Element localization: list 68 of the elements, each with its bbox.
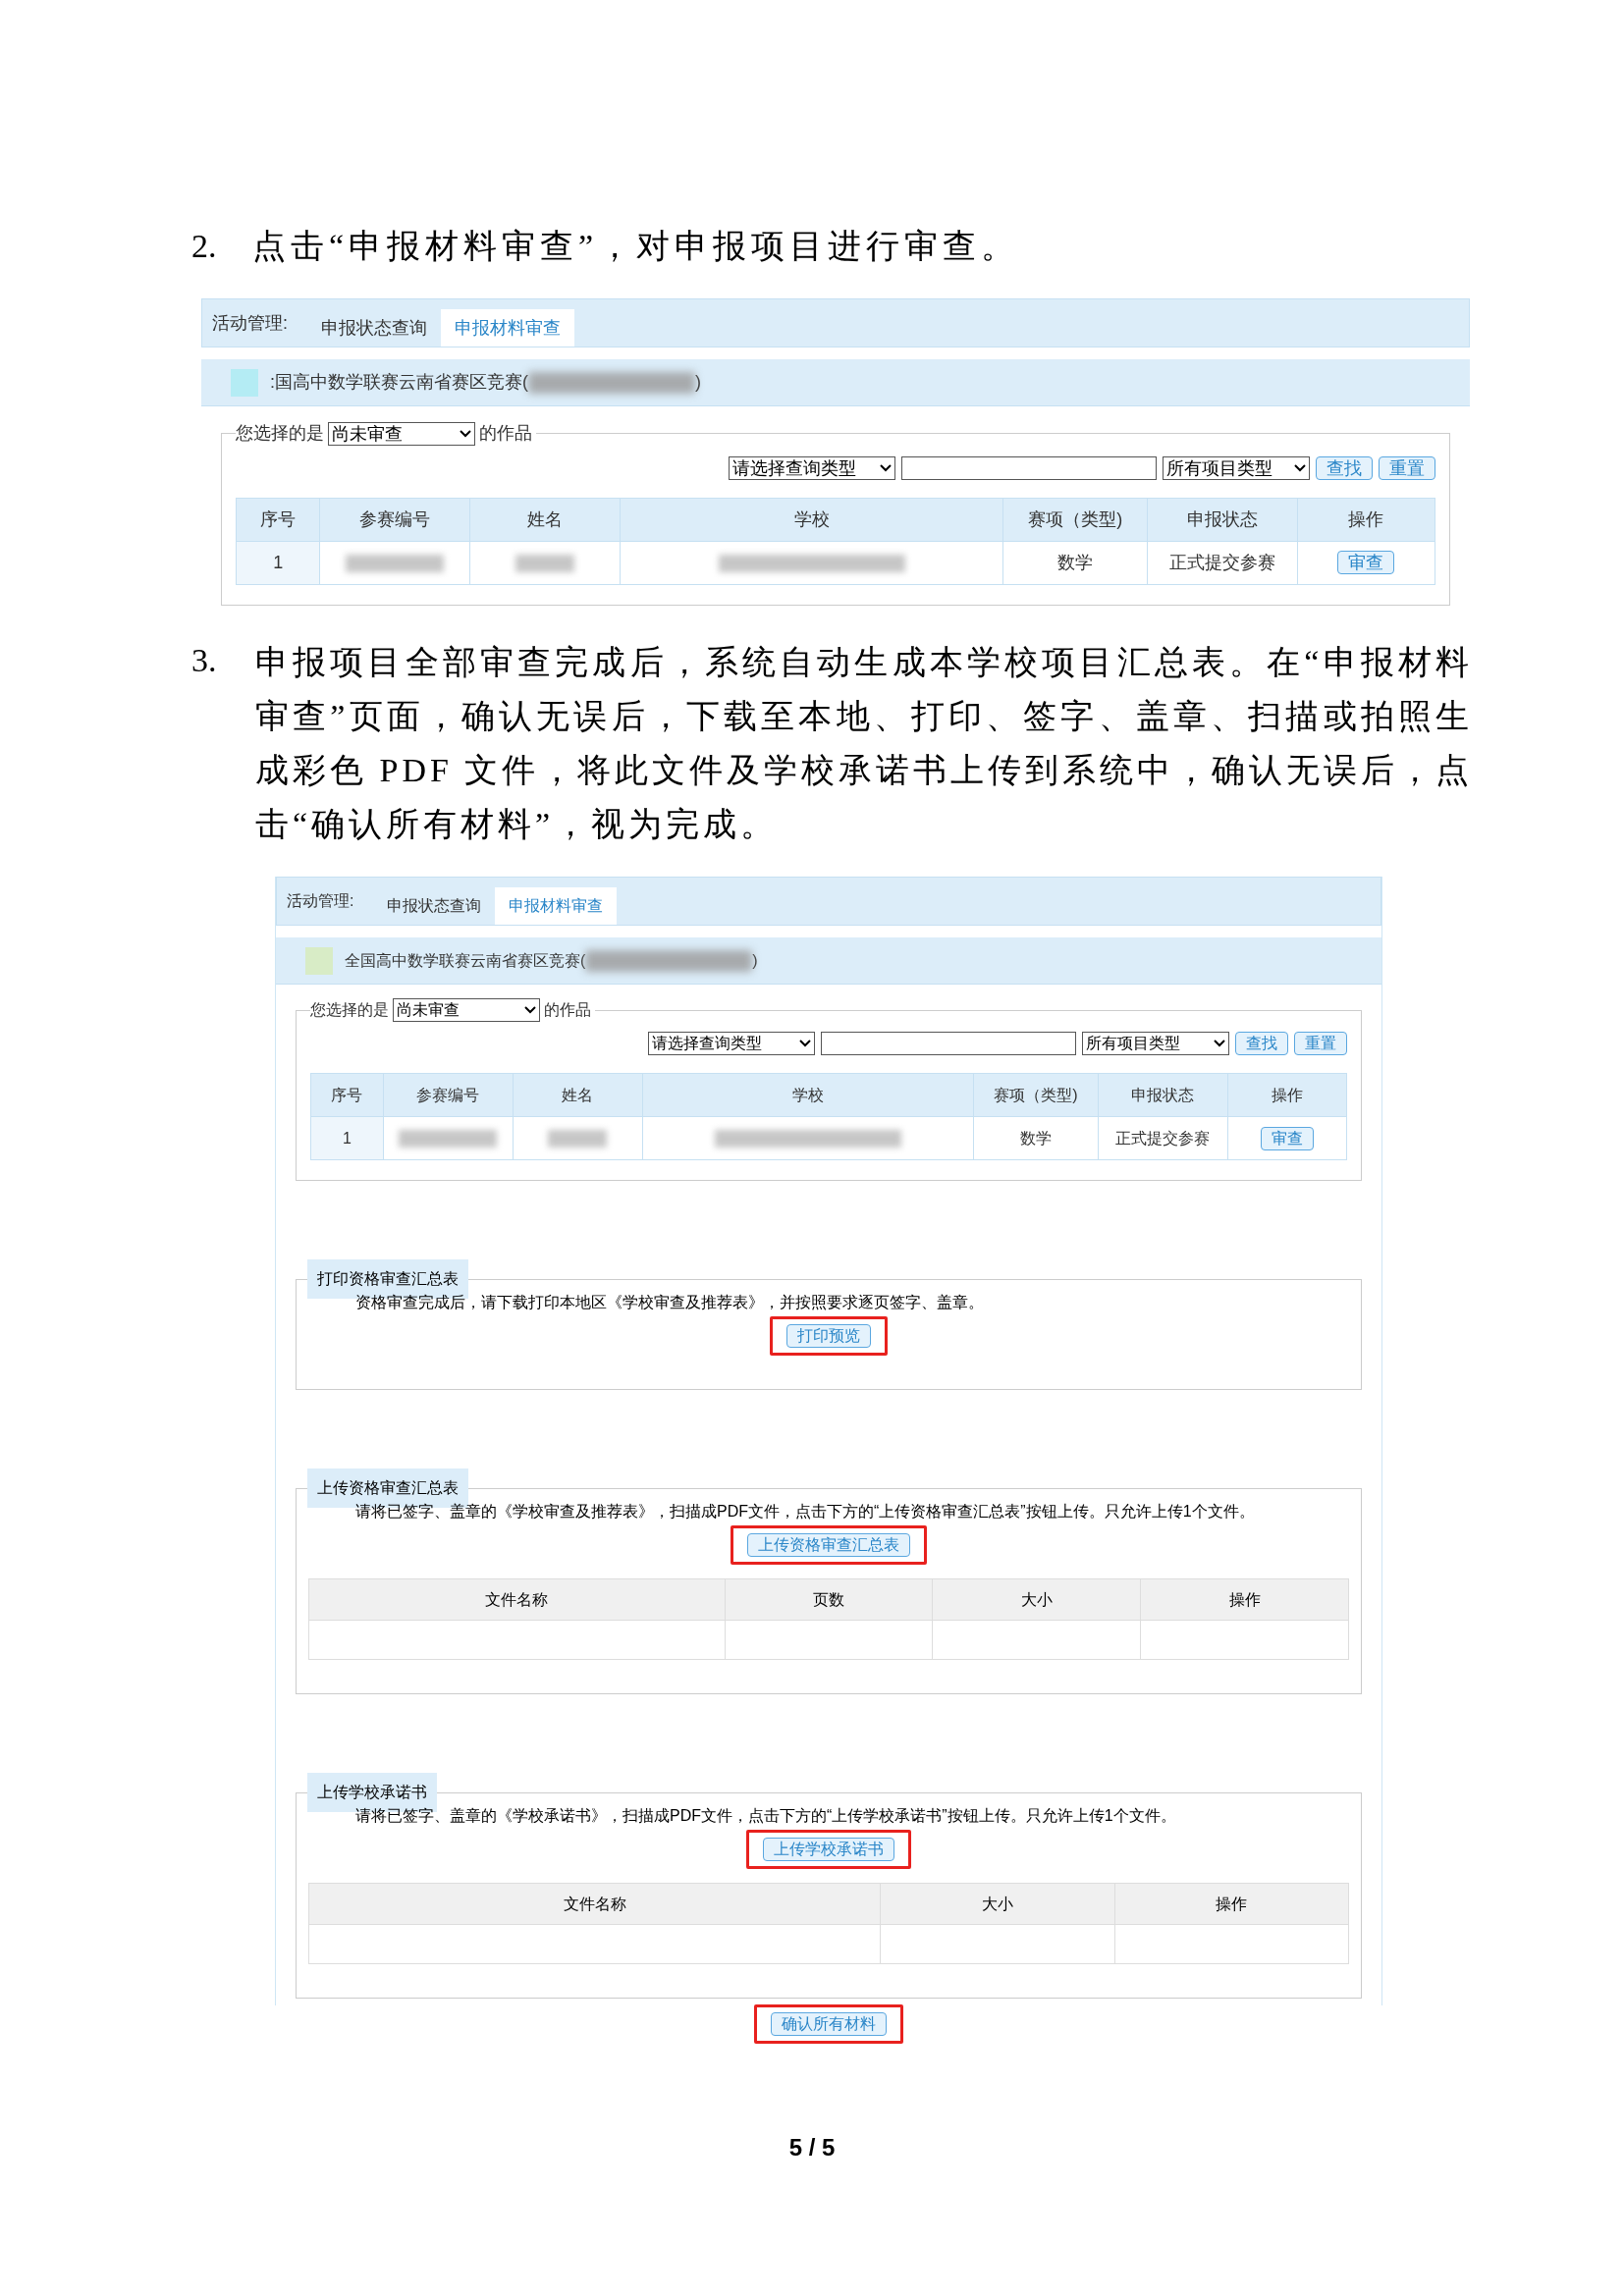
query-type-select[interactable]: 请选择查询类型 (648, 1032, 815, 1055)
column-header: 赛项（类型) (1002, 498, 1148, 542)
contest-title: :国高中数学联赛云南省赛区竞赛( (270, 371, 528, 394)
status-select[interactable]: 尚未审查 (328, 421, 475, 446)
table-cell: 数学 (973, 1116, 1099, 1160)
filter-suffix: 的作品 (479, 422, 533, 445)
column-header: 大小 (932, 1578, 1141, 1621)
column-header: 操作 (1297, 498, 1435, 542)
search-field[interactable] (821, 1032, 1076, 1055)
action-button[interactable]: 打印预览 (786, 1324, 871, 1348)
column-header: 操作 (1227, 1073, 1347, 1117)
nav-label: 活动管理: (287, 891, 354, 911)
column-header: 大小 (880, 1883, 1115, 1925)
column-header: 赛项（类型) (973, 1073, 1099, 1117)
nav-tab[interactable]: 申报材料审查 (441, 309, 574, 347)
column-header: 学校 (620, 498, 1003, 542)
filter-prefix: 您选择的是 (236, 422, 324, 445)
column-header: 操作 (1140, 1578, 1349, 1621)
contest-title-end: ) (752, 950, 758, 971)
nav-tab[interactable]: 申报材料审查 (495, 887, 618, 925)
column-header: 姓名 (469, 498, 621, 542)
step-number: 3. (191, 641, 218, 680)
filter-prefix: 您选择的是 (310, 1000, 389, 1020)
marker-square (231, 368, 258, 397)
action-button[interactable]: 上传资格审查汇总表 (747, 1533, 910, 1557)
table-cell: 正式提交参赛 (1147, 541, 1298, 585)
column-header: 文件名称 (308, 1883, 881, 1925)
nav-tab[interactable]: 申报状态查询 (373, 887, 496, 925)
step-text: 点击“申报材料审查”，对申报项目进行审查。 (252, 227, 1020, 266)
action-button[interactable]: 重置 (1294, 1032, 1347, 1055)
column-header: 姓名 (513, 1073, 643, 1117)
column-header: 参赛编号 (383, 1073, 514, 1117)
step-number: 2. (191, 227, 218, 266)
action-button[interactable]: 重置 (1379, 456, 1435, 480)
action-button[interactable]: 审查 (1337, 551, 1395, 574)
column-header: 页数 (725, 1578, 933, 1621)
column-header: 序号 (236, 498, 320, 542)
table-cell: 1 (310, 1116, 384, 1160)
nav-label: 活动管理: (212, 311, 288, 335)
table-cell: 数学 (1002, 541, 1148, 585)
column-header: 申报状态 (1098, 1073, 1228, 1117)
redacted-text (514, 554, 574, 572)
nav-tab[interactable]: 申报状态查询 (307, 309, 441, 347)
page-number: 5 / 5 (788, 2134, 836, 2161)
action-button[interactable]: 审查 (1260, 1126, 1314, 1150)
column-header: 操作 (1114, 1883, 1349, 1925)
contest-title-end: ) (695, 371, 701, 394)
action-button[interactable]: 查找 (1316, 456, 1373, 480)
project-type-select[interactable]: 所有项目类型 (1163, 456, 1310, 480)
redacted-text (548, 1129, 608, 1148)
marker-square (305, 946, 333, 975)
search-field[interactable] (901, 456, 1157, 480)
step-text: 申报项目全部审查完成后，系统自动生成本学校项目汇总表。在“申报材料审查”页面，确认无误后，下载至本地、打印、签字、盖章、扫描或拍照生成彩色 PDF 文件，将此文件及学校承诺书上传到系统中，确认无误后，点击“确认所有材料”，视为完成。 (255, 643, 1473, 844)
column-header: 序号 (310, 1073, 384, 1117)
contest-title: 全国高中数学联赛云南省赛区竞赛( (345, 950, 586, 971)
column-header: 文件名称 (308, 1578, 726, 1621)
column-header: 学校 (642, 1073, 974, 1117)
action-button[interactable]: 上传学校承诺书 (763, 1838, 894, 1861)
action-button[interactable]: 确认所有材料 (771, 2012, 887, 2036)
column-header: 参赛编号 (319, 498, 470, 542)
project-type-select[interactable]: 所有项目类型 (1082, 1032, 1229, 1055)
table-cell: 正式提交参赛 (1098, 1116, 1228, 1160)
action-button[interactable]: 查找 (1235, 1032, 1288, 1055)
column-header: 申报状态 (1147, 498, 1298, 542)
table-cell: 1 (236, 541, 320, 585)
query-type-select[interactable]: 请选择查询类型 (729, 456, 895, 480)
status-select[interactable]: 尚未审查 (393, 998, 540, 1022)
filter-suffix: 的作品 (544, 1000, 592, 1020)
